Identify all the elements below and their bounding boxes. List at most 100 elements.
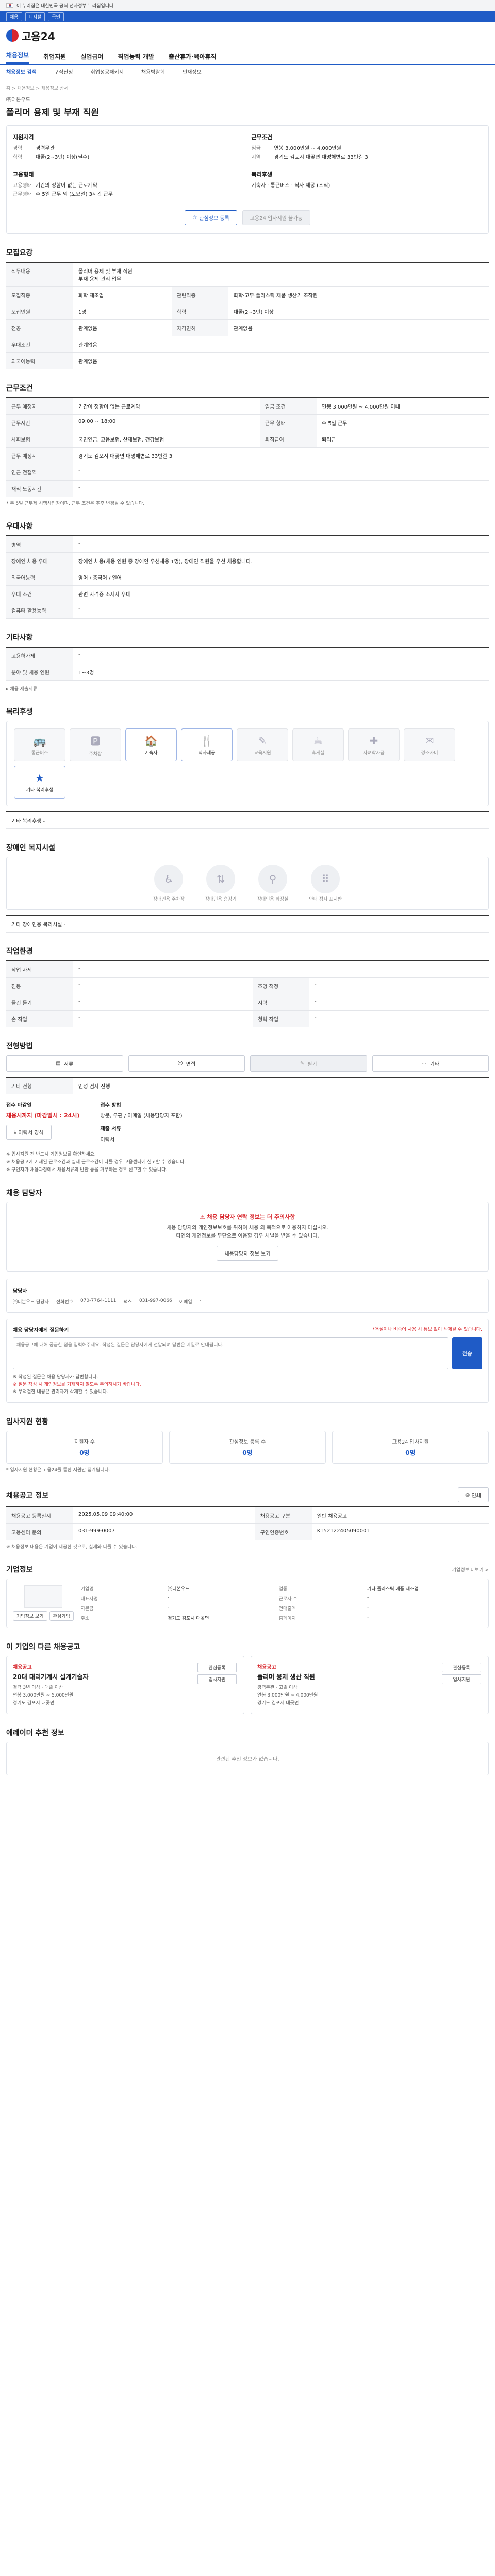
row-value: -: [309, 1010, 489, 1027]
row-key: 모집인원: [6, 303, 73, 320]
company-name: ㈜더본우드: [6, 97, 30, 103]
lnb-item-0[interactable]: 채용정보 검색: [6, 67, 37, 75]
reco-interest-button[interactable]: 관심등록: [442, 1663, 481, 1672]
welfare-label: 식사제공: [198, 750, 216, 756]
table-row: 근무시간 09:00 ~ 18:00 근무 형태 주 5일 근무: [6, 414, 489, 431]
row-key: 사회보험: [6, 431, 73, 448]
welfare-label: 주차장: [89, 752, 102, 757]
company-key: 주소: [80, 1616, 90, 1621]
section-title-conditions: 근무조건: [6, 384, 33, 393]
download-icon: ⤓: [14, 1129, 16, 1135]
gnb-item-4[interactable]: 출산휴가·육아휴직: [169, 52, 217, 64]
section-title-method: 전형방법: [6, 1042, 33, 1050]
row-value: -: [73, 602, 489, 619]
company-view-button[interactable]: 기업정보 보기: [13, 1611, 47, 1621]
view-contact-button[interactable]: 채용담당자 정보 보기: [217, 1246, 278, 1261]
table-row: 기타 전형 인성 검사 진행: [6, 1077, 489, 1094]
view-contact-label: 채용담당자 정보 보기: [224, 1251, 271, 1257]
education-icon: ✎: [258, 734, 267, 747]
table-row: 물건 들기 - 시력 -: [6, 994, 489, 1011]
row-value: 인성 검사 진행: [73, 1077, 489, 1094]
table-row: 채용공고 등록일시 2025.05.09 09:40:00 채용공고 구분 일반 채용…: [6, 1507, 489, 1524]
site-logo[interactable]: 고용24: [6, 28, 55, 43]
welfare-item: 🏠 기숙사: [125, 728, 177, 761]
welfare-label: 교육지원: [254, 750, 271, 756]
reco-name[interactable]: 폴리머 용제 생산 직원: [257, 1672, 436, 1681]
section-title-stats: 입사지원 현황: [6, 1418, 49, 1426]
conditions-table: 근무 예정지 기간이 정함이 없는 근로계약 임금 조건 연봉 3,000만원 ~ 4…: [6, 397, 489, 497]
quick-link-2[interactable]: 국민: [48, 12, 64, 21]
welfare-label: 경조사비: [421, 750, 438, 756]
welfare-item: ☕ 휴게실: [292, 728, 344, 761]
reco-name[interactable]: 20대 대리기계시 설계기술자: [13, 1672, 191, 1681]
company-value: -: [367, 1595, 369, 1600]
resume-form-button[interactable]: ⤓ 이력서 양식: [6, 1125, 52, 1140]
gnb-item-1[interactable]: 취업지원: [43, 52, 66, 64]
qna-send-button[interactable]: 전송: [452, 1337, 482, 1369]
apply-note: ※ 구인자가 채용과정에서 채용서류의 반환 등을 거부하는 경우 신고할 수 …: [6, 1167, 168, 1173]
row-key: 병역: [6, 536, 73, 553]
print-button[interactable]: ⎙ 인쇄: [457, 1487, 489, 1502]
row-key: 채용공고 구분: [255, 1507, 312, 1524]
etc-table: 고용허가제 - 분야 및 채용 인원 1~3명: [6, 647, 489, 681]
section-title-contact: 채용 담당자: [6, 1189, 42, 1197]
row-key: 관련직종: [171, 286, 228, 303]
method-item: ☺ 면접: [128, 1055, 245, 1072]
summary-key: 학력: [13, 155, 23, 160]
facility-label: 안내 점자 표지판: [309, 897, 342, 902]
facility-item: ⠿ 안내 점자 표지판: [309, 865, 342, 902]
row-key: 기타 전형: [6, 1077, 73, 1094]
company-more-link[interactable]: 기업정보 더보기 >: [452, 1566, 489, 1573]
disabled-note: 기타 장애인용 복리시설 -: [6, 916, 489, 933]
gnb-item-2[interactable]: 실업급여: [80, 52, 103, 64]
qna-title: 채용 담당자에게 질문하기: [13, 1328, 69, 1333]
reco-interest-button[interactable]: 관심등록: [197, 1663, 237, 1672]
quick-link-1[interactable]: 디지털: [25, 12, 45, 21]
reco-card[interactable]: 채용공고 폴리머 용제 생산 직원 경력무관 · 고졸 이상 연봉 3,000만…: [251, 1656, 489, 1714]
row-key: 구인인증번호: [255, 1523, 312, 1540]
documents-link[interactable]: ▸ 채용 제출서류: [6, 686, 489, 693]
row-value: 2025.05.09 09:40:00: [73, 1507, 255, 1524]
welfare-label: 통근버스: [31, 750, 48, 756]
table-row: 고용허가제 -: [6, 647, 489, 664]
summary-value: 대졸(2~3년) 이상(필수): [36, 155, 90, 160]
row-key: 전공: [6, 319, 73, 336]
deadline-value: 채용시까지 (마감일시 : 24시): [6, 1112, 80, 1119]
apply-note: ※ 채용공고에 기재된 근로조건과 실제 근로조건이 다를 경우 고용센터에 신…: [6, 1160, 186, 1165]
summary-value: 경력무관: [36, 146, 55, 151]
row-key: 근무시간: [6, 414, 73, 431]
apply-disabled-button[interactable]: 고용24 입사지원 불가능: [242, 210, 310, 225]
welfare-note-table: 기타 복리후생 -: [6, 811, 489, 829]
qna-input[interactable]: [13, 1337, 448, 1369]
welfare-item: ✚ 자녀학자금: [348, 728, 400, 761]
company-key: 대표자명: [80, 1597, 98, 1602]
lnb-item-4[interactable]: 인재정보: [183, 67, 202, 75]
company-logo: [24, 1585, 62, 1608]
reco-apply-button[interactable]: 입사지원: [442, 1674, 481, 1684]
gnb-item-3[interactable]: 직업능력 개발: [118, 52, 154, 64]
bus-icon: 🚌: [33, 734, 46, 747]
recruit-table: 직무내용 폴리머 용제 및 부재 직원 부재 용제 관리 업무 모집직종 화학 제조…: [6, 262, 489, 369]
phone-key: 전화번호: [56, 1300, 73, 1305]
reco-card[interactable]: 채용공고 20대 대리기계시 설계기술자 경력 3년 이상 · 대졸 이상 연봉…: [6, 1656, 244, 1714]
table-row: 모집직종 화학 제조업 관련직종 화학·고무·플라스틱 제품 생산기 조작원: [6, 286, 489, 303]
interest-button[interactable]: ☆ 관심정보 등록: [185, 210, 237, 225]
gnb-item-0[interactable]: 채용정보: [6, 50, 29, 64]
company-value: 기타 플라스틱 제품 제조업: [367, 1587, 419, 1592]
reco-apply-button[interactable]: 입사지원: [197, 1674, 237, 1684]
logo-text: 고용24: [22, 30, 55, 43]
reco-line: 연봉 3,000만원 ~ 5,000만원: [13, 1693, 74, 1698]
row-value: -: [73, 961, 489, 978]
row-value: 031-999-0007: [73, 1523, 255, 1540]
stat-item: 지원자 수 0명: [6, 1431, 163, 1464]
lnb-item-2[interactable]: 취업성공패키지: [91, 67, 124, 75]
lnb-item-3[interactable]: 채용박람회: [141, 67, 165, 75]
section-title-duty: 우대사항: [6, 522, 33, 531]
apply-notes: ※ 입사지원 전 반드시 기업정보를 확인하세요. ※ 채용공고에 기재된 근로…: [6, 1151, 489, 1174]
welfare-label: 휴게실: [311, 750, 325, 756]
row-value: 퇴직금: [316, 431, 489, 448]
company-fav-button[interactable]: 관심기업: [49, 1611, 74, 1621]
reco-tag: 채용공고: [257, 1665, 276, 1670]
lnb-item-1[interactable]: 구직신청: [54, 67, 73, 75]
quick-link-0[interactable]: 채용: [6, 12, 22, 21]
